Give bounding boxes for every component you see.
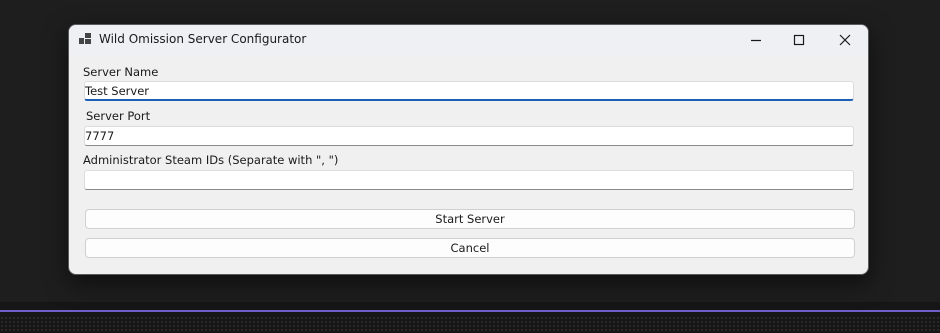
window-title: Wild Omission Server Configurator xyxy=(99,32,307,46)
server-name-label: Server Name xyxy=(83,65,159,79)
configurator-window: Wild Omission Server Configurator Server… xyxy=(68,24,869,275)
maximize-icon xyxy=(793,34,805,46)
minimize-button[interactable] xyxy=(733,25,779,55)
cancel-button[interactable]: Cancel xyxy=(85,238,855,258)
server-port-input[interactable] xyxy=(84,126,854,146)
server-port-label: Server Port xyxy=(86,109,151,123)
minimize-icon xyxy=(751,39,761,42)
close-icon xyxy=(839,34,851,46)
server-name-input[interactable] xyxy=(84,81,854,101)
admin-ids-label: Administrator Steam IDs (Separate with "… xyxy=(83,153,339,167)
close-button[interactable] xyxy=(822,25,868,55)
start-server-button[interactable]: Start Server xyxy=(85,209,855,229)
admin-ids-input[interactable] xyxy=(84,170,854,190)
taskbar-accent-line xyxy=(0,310,940,312)
app-icon xyxy=(79,33,91,45)
taskbar-texture xyxy=(0,316,940,333)
title-bar[interactable]: Wild Omission Server Configurator xyxy=(69,25,868,55)
maximize-button[interactable] xyxy=(776,25,822,55)
